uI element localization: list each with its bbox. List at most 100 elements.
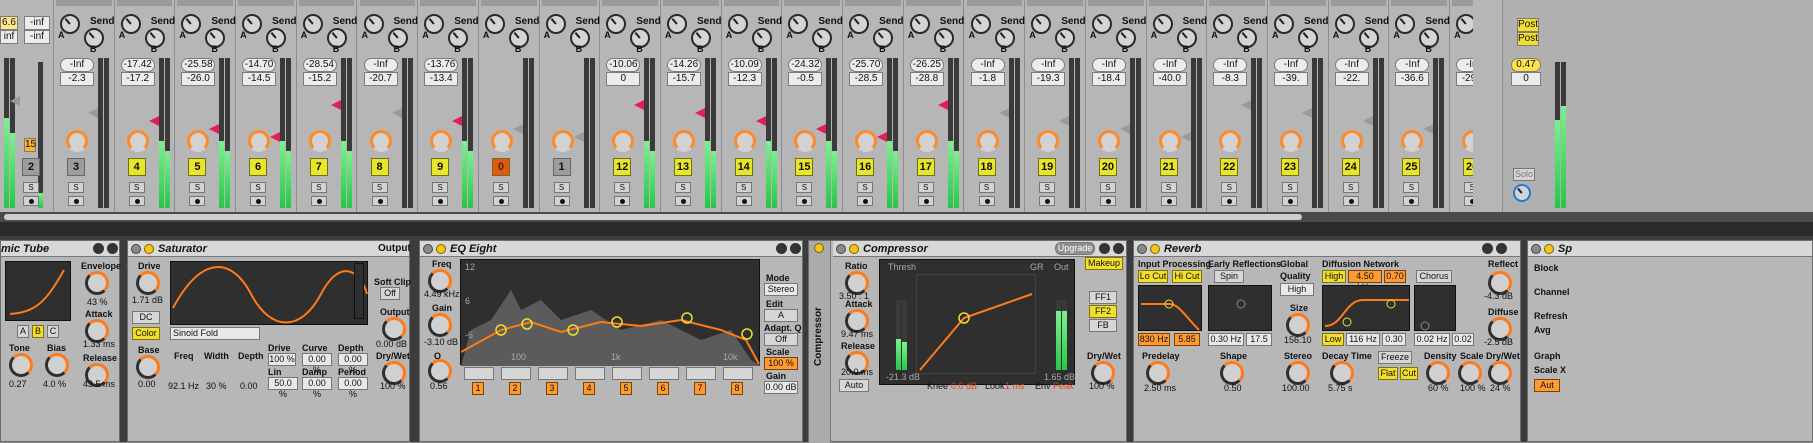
eq-freq-value[interactable]: 4.49 kHz [424,289,460,299]
eq-band-4[interactable]: 4 [575,367,605,395]
track-activator-9[interactable]: 9 [431,158,450,176]
track-activator-7[interactable]: 7 [309,158,328,176]
arm-button[interactable] [857,196,874,206]
upgrade-button[interactable]: Upgrade [1055,242,1095,255]
band-filter-type[interactable] [464,367,494,380]
volume-fader-handle[interactable] [10,96,20,106]
pan-knob[interactable] [915,130,938,152]
low-button[interactable]: Low [1322,333,1344,346]
edit-a-button[interactable]: A [764,309,798,322]
pan-knob[interactable] [1219,130,1242,152]
clip-slot-bar[interactable] [1027,0,1083,6]
volume-fader-handle[interactable] [452,116,463,126]
stereo-knob[interactable] [1286,361,1310,385]
track-activator-4[interactable]: 4 [127,158,146,176]
volume-value[interactable]: -13.4 [424,72,459,86]
track-activator-8[interactable]: 8 [370,158,389,176]
clip-slot-bar[interactable] [845,0,901,6]
track-activator-13[interactable]: 13 [674,158,692,176]
volume-fader-handle[interactable] [1423,124,1434,134]
band-toggle[interactable]: 8 [731,382,743,395]
output-knob[interactable] [382,317,406,341]
adaptq-toggle[interactable]: Off [764,333,798,346]
base-knob[interactable] [136,355,160,379]
track-activator-22[interactable]: 22 [1220,158,1239,176]
chorus-freq-value[interactable]: 0.02 Hz [1414,333,1450,346]
band-toggle[interactable]: 5 [620,382,632,395]
base-value[interactable]: 0.00 [138,379,156,389]
volume-fader-handle[interactable] [877,132,888,142]
freq-value[interactable]: 92.1 Hz [168,381,199,391]
high-button[interactable]: High [1322,270,1346,283]
band-filter-type[interactable] [538,367,568,380]
size-value[interactable]: 156.10 [1284,335,1312,345]
pan-value[interactable]: 15 [24,138,36,152]
volume-value[interactable]: -28.5 [849,72,884,86]
reflect-value[interactable]: -4.3 dB [1484,291,1513,301]
damp-value[interactable]: 0.00 % [302,377,332,399]
band-filter-type[interactable] [612,367,642,380]
input-q-value[interactable]: 5.85 [1174,333,1200,346]
eq-band-5[interactable]: 5 [612,367,642,395]
arm-button[interactable] [553,196,570,206]
spin-xy-pad[interactable] [1209,286,1273,332]
arm-button[interactable] [1221,196,1238,206]
eq-band-8[interactable]: 8 [723,367,753,395]
volume-fader-handle[interactable] [512,124,523,134]
volume-value[interactable]: -20.7 [363,72,398,86]
chorus-button[interactable]: Chorus [1416,270,1452,283]
track-activator-12[interactable]: 12 [613,158,632,176]
device-on-icon[interactable] [849,244,859,254]
solo-button[interactable]: S [492,182,509,193]
drywet-value[interactable]: 100 % [380,381,406,391]
solo-button[interactable]: S [371,182,388,193]
arm-button[interactable] [1039,196,1056,206]
device-on-icon[interactable] [436,244,446,254]
clip-slot-bar[interactable] [480,0,537,6]
diffuse-value[interactable]: -2.5 dB [1484,337,1513,347]
env-value[interactable]: Peak [1053,381,1074,391]
volume-fader-handle[interactable] [1302,108,1312,118]
predelay-knob[interactable] [1146,361,1170,385]
scrollbar-thumb[interactable] [4,214,1302,220]
decay-knob[interactable] [1330,361,1354,385]
clip-slot-bar[interactable] [784,0,841,6]
track-activator-24[interactable]: 24 [1341,158,1360,176]
volume-value[interactable]: -0.5 [788,72,823,86]
arm-button[interactable] [1282,196,1298,206]
eq-gain-knob[interactable] [428,313,452,337]
eq-band-7[interactable]: 7 [686,367,716,395]
tone-knob[interactable] [9,353,33,377]
clip-slot-bar[interactable] [602,0,658,6]
low-value[interactable]: 0.30 [1382,333,1406,346]
drywet-knob[interactable] [1488,361,1512,385]
pan-knob[interactable] [976,130,999,152]
solo-button[interactable]: S [796,182,813,193]
clip-slot-bar[interactable] [905,0,962,6]
clip-slot-bar[interactable] [56,0,112,6]
volume-value[interactable]: -12.3 [727,72,762,86]
curve-value[interactable]: 0.00 % [302,353,332,375]
attack-value[interactable]: 1.33 ms [83,339,115,349]
tube-c-button[interactable]: C [47,325,59,338]
device-on-icon[interactable] [144,244,154,254]
solo-button[interactable]: S [614,182,631,193]
volume-value[interactable]: -36.6 [1395,72,1430,86]
volume-fader-handle[interactable] [1362,116,1373,126]
arm-button[interactable] [250,196,267,206]
solo-button[interactable]: S [68,182,84,193]
flat-button[interactable]: Flat [1378,367,1398,380]
sidechain-toggle-icon[interactable] [814,243,824,253]
arm-button[interactable] [128,196,145,206]
arm-button[interactable] [310,196,327,206]
track-activator-19[interactable]: 19 [1038,158,1057,176]
arm-button[interactable] [68,196,84,206]
arm-button[interactable] [492,196,509,206]
volume-value[interactable]: -15.7 [667,72,701,86]
volume-value[interactable]: -22. [1334,72,1369,86]
arm-button[interactable] [917,196,934,206]
pan-knob[interactable] [551,130,574,152]
track-activator-0[interactable]: 0 [491,158,510,176]
device-on-icon[interactable] [1544,244,1554,254]
auto-release-button[interactable]: Auto [839,379,869,392]
